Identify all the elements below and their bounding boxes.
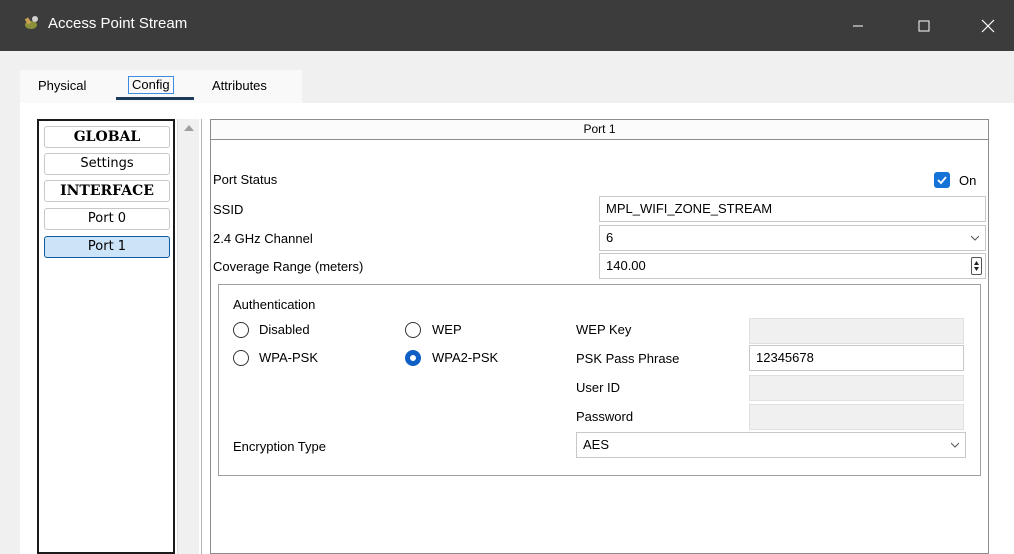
tab-attributes[interactable]: Attributes [212, 78, 267, 93]
encryption-type-label: Encryption Type [233, 439, 326, 454]
password-input[interactable] [749, 404, 964, 430]
sidebar-item-interface[interactable]: INTERFACE [44, 180, 170, 202]
coverage-value: 140.00 [606, 258, 646, 273]
list-scrollbar[interactable] [177, 119, 199, 554]
coverage-spinner[interactable]: 140.00 [599, 253, 986, 279]
maximize-button[interactable] [894, 0, 954, 51]
scroll-up-icon[interactable] [184, 125, 194, 131]
coverage-label: Coverage Range (meters) [213, 259, 364, 274]
sidebar-item-settings[interactable]: Settings [44, 153, 170, 175]
encryption-type-value: AES [583, 437, 610, 452]
minimize-icon [853, 25, 863, 26]
divider [201, 119, 202, 554]
tab-physical[interactable]: Physical [38, 78, 86, 93]
close-button[interactable] [958, 0, 1014, 51]
psk-label: PSK Pass Phrase [576, 351, 680, 366]
channel-value: 6 [606, 230, 614, 245]
user-id-label: User ID [576, 380, 621, 395]
radio-wep-label: WEP [432, 322, 462, 337]
sidebar-item-port-1[interactable]: Port 1 [44, 236, 170, 258]
chevron-down-icon [971, 235, 979, 241]
active-tab-indicator [116, 97, 194, 100]
sidebar-item-global[interactable]: GLOBAL [44, 126, 170, 148]
radio-wpa-psk-label: WPA-PSK [259, 350, 318, 365]
port-status-label: Port Status [213, 172, 278, 187]
access-point-icon [24, 16, 38, 29]
radio-wpa2-psk-label: WPA2-PSK [432, 350, 499, 365]
wep-key-input[interactable] [749, 318, 964, 344]
ssid-label: SSID [213, 202, 244, 217]
radio-wep[interactable] [405, 322, 421, 338]
psk-input[interactable]: 12345678 [749, 345, 964, 371]
chevron-down-icon [951, 442, 959, 448]
encryption-type-select[interactable]: AES [576, 432, 966, 458]
tab-config[interactable]: Config [128, 76, 174, 94]
window-title: Access Point Stream [48, 15, 188, 32]
ssid-input[interactable]: MPL_WIFI_ZONE_STREAM [599, 196, 986, 222]
channel-label: 2.4 GHz Channel [213, 231, 313, 246]
radio-disabled-label: Disabled [259, 322, 310, 337]
sidebar-item-port-0[interactable]: Port 0 [44, 208, 170, 230]
spinner-arrows-icon[interactable] [971, 257, 982, 275]
channel-select[interactable]: 6 [599, 225, 986, 251]
radio-wpa-psk[interactable] [233, 350, 249, 366]
title-bar[interactable]: Access Point Stream [0, 0, 1014, 51]
config-nav-list: GLOBAL Settings INTERFACE Port 0 Port 1 [37, 119, 175, 554]
radio-disabled[interactable] [233, 322, 249, 338]
user-id-input[interactable] [749, 375, 964, 401]
port-header: Port 1 [211, 120, 988, 140]
minimize-button[interactable] [828, 0, 888, 51]
radio-wpa2-psk[interactable] [405, 350, 421, 366]
port-status-on-label: On [959, 173, 977, 188]
password-label: Password [576, 409, 634, 424]
wep-key-label: WEP Key [576, 322, 632, 337]
maximize-icon [918, 20, 930, 31]
port-status-checkbox[interactable] [934, 172, 950, 188]
checkmark-icon [937, 176, 947, 185]
authentication-title: Authentication [233, 297, 316, 312]
close-icon [981, 19, 995, 32]
